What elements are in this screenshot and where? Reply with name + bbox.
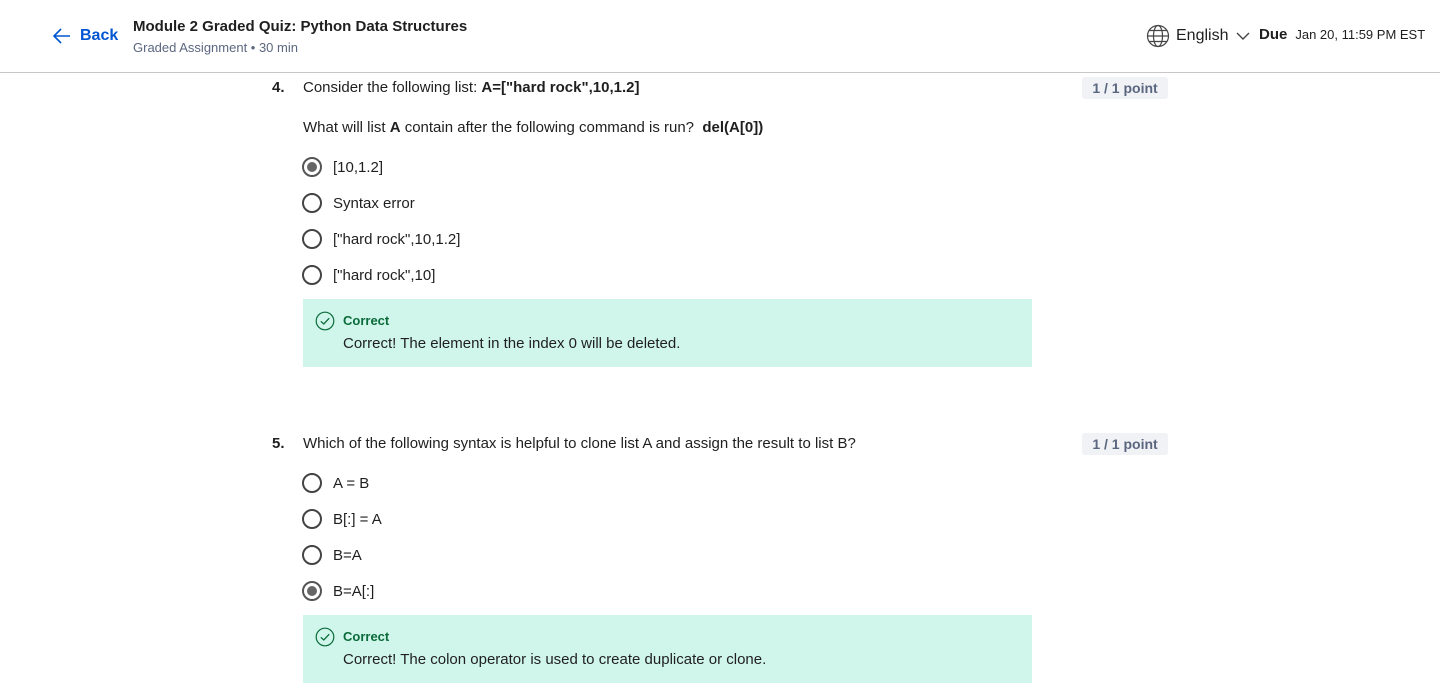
answer-option[interactable]: B=A[:]: [302, 580, 374, 602]
back-label: Back: [80, 27, 119, 44]
option-label: [10,1.2]: [333, 158, 384, 176]
assignment-subtitle: Graded Assignment • 30 min: [133, 40, 298, 55]
option-label: A = B: [333, 474, 370, 492]
feedback-text: Correct! The colon operator is used to c…: [343, 651, 767, 668]
radio-button[interactable]: [302, 509, 322, 529]
radio-button[interactable]: [302, 473, 322, 493]
answer-option[interactable]: ["hard rock",10,1.2]: [302, 228, 460, 250]
option-label: B[:] = A: [333, 510, 382, 528]
due-value: Jan 20, 11:59 PM EST: [1295, 27, 1426, 42]
subtext-mid: contain after the following command is r…: [400, 119, 703, 136]
feedback-title: Correct: [343, 629, 390, 644]
option-label: ["hard rock",10,1.2]: [333, 230, 461, 248]
globe-icon: [1146, 24, 1170, 48]
answer-option[interactable]: A = B: [302, 472, 369, 494]
option-label: ["hard rock",10]: [333, 266, 436, 284]
feedback-title: Correct: [343, 313, 390, 328]
radio-button[interactable]: [302, 545, 322, 565]
feedback-text: Correct! The element in the index 0 will…: [343, 335, 681, 352]
radio-button-selected[interactable]: [302, 581, 322, 601]
arrow-left-icon: [52, 26, 72, 46]
subtext-prefix: What will list: [303, 119, 390, 136]
check-circle-icon: [315, 627, 335, 647]
radio-button-selected[interactable]: [302, 157, 322, 177]
question-subtext: What will list A contain after the follo…: [303, 119, 763, 136]
answer-option[interactable]: [10,1.2]: [302, 156, 383, 178]
page-title: Module 2 Graded Quiz: Python Data Struct…: [133, 18, 468, 35]
question-text: Consider the following list: A=["hard ro…: [303, 79, 639, 96]
due-label: Due: [1259, 26, 1288, 43]
due-date: Due Jan 20, 11:59 PM EST: [1259, 26, 1425, 43]
points-badge: 1 / 1 point: [1082, 433, 1168, 455]
feedback-panel: Correct Correct! The colon operator is u…: [303, 615, 1032, 683]
question-text: Which of the following syntax is helpful…: [303, 435, 856, 452]
back-button[interactable]: Back: [52, 24, 118, 48]
option-label: B=A[:]: [333, 582, 375, 600]
top-bar: Back Module 2 Graded Quiz: Python Data S…: [0, 0, 1440, 73]
option-label: Syntax error: [333, 194, 415, 212]
assignment-title-block: Module 2 Graded Quiz: Python Data Struct…: [133, 17, 467, 57]
chevron-down-icon: [1234, 29, 1250, 43]
language-label: English: [1176, 27, 1229, 44]
radio-button[interactable]: [302, 229, 322, 249]
feedback-panel: Correct Correct! The element in the inde…: [303, 299, 1032, 367]
subtext-bold: A: [389, 119, 401, 136]
answer-option[interactable]: ["hard rock",10]: [302, 264, 435, 286]
check-circle-icon: [315, 311, 335, 331]
language-selector[interactable]: English: [1146, 24, 1250, 48]
answer-option[interactable]: Syntax error: [302, 192, 415, 214]
subtext-code: del(A[0]): [702, 119, 764, 136]
option-label: B=A: [333, 546, 362, 564]
answer-option[interactable]: B[:] = A: [302, 508, 382, 530]
points-badge: 1 / 1 point: [1082, 77, 1168, 99]
radio-button[interactable]: [302, 193, 322, 213]
radio-button[interactable]: [302, 265, 322, 285]
question-number: 5.: [272, 435, 285, 452]
question-text-prefix: Consider the following list:: [303, 79, 482, 96]
answer-option[interactable]: B=A: [302, 544, 362, 566]
question-number: 4.: [272, 79, 285, 96]
question-code: A=["hard rock",10,1.2]: [481, 79, 640, 96]
